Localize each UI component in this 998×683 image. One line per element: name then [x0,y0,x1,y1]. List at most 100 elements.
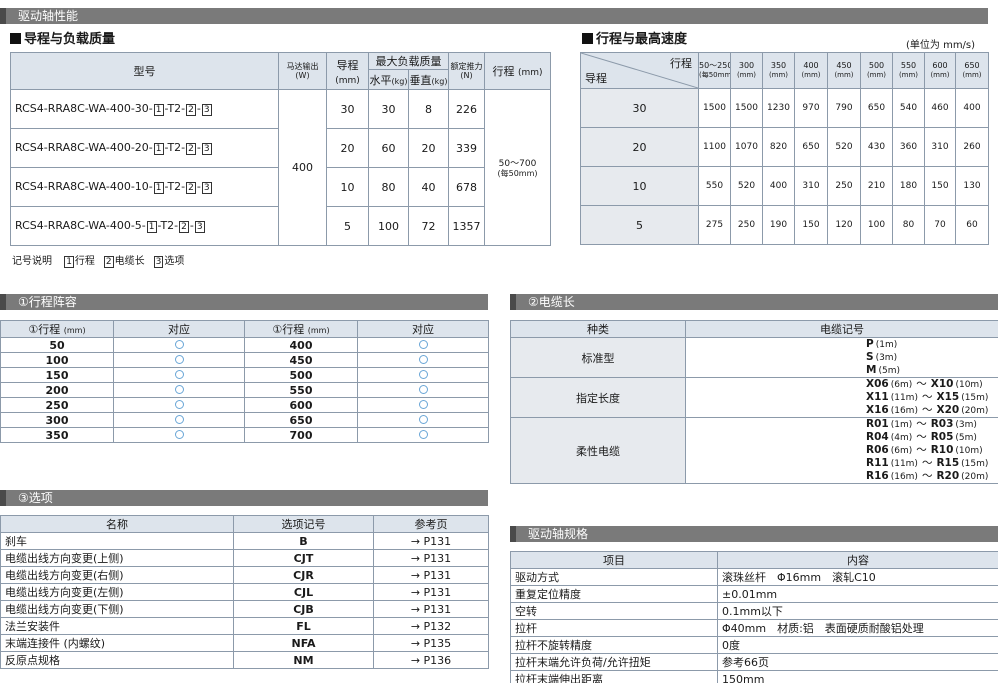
option-page-link[interactable]: → P131 [373,532,489,550]
header-thrust: 额定推力 (N) [448,52,485,90]
speed-value: 250 [730,205,763,245]
speed-value: 430 [860,127,893,167]
cable-code: X11 (11m) ～ X15 (15m) [685,391,998,404]
spec-row: 拉杆 Φ40mm 材质:铝 表面硬质耐酸铝处理 [510,619,998,637]
circle-icon [418,354,428,364]
code-box-3: 3 [201,104,212,116]
vertical-load-value: 20 [408,128,449,168]
speed-value: 190 [762,205,795,245]
option-page-link[interactable]: → P131 [373,549,489,567]
circle-icon [418,429,428,439]
circle-icon [174,429,184,439]
legend-item: 1 行程 [64,256,95,268]
stroke-value: 100 [0,352,114,368]
vertical-load-value: 72 [408,206,449,246]
stroke-column-header: 300 (mm) [730,52,763,89]
horizontal-load-value: 30 [368,89,409,129]
cable-row: 指定长度 X06 (6m) ～ X10 (10m) [510,377,998,418]
model-number: RCS4-RRA8C-WA-400-30- 1 -T2- 2-3 [10,89,279,129]
option-name: 电缆出线方向变更(上侧) [0,549,234,567]
spec-item: 拉杆不旋转精度 [510,636,718,654]
cable-code: P (1m) [685,337,998,351]
stroke-value: 350 [0,427,114,443]
spec-item: 拉杆 [510,619,718,637]
support-cell [357,382,489,398]
circle-icon [174,354,184,364]
header-option-name: 名称 [0,515,234,533]
lead-row: RCS4-RRA8C-WA-400-30- 1 -T2- 2-3 400 30 30 8 226… [10,89,551,246]
option-name: 末端连接件 (内螺纹) [0,634,234,652]
option-page-link[interactable]: → P131 [373,583,489,601]
spec-row: 重复定位精度 ±0.01mm [510,585,998,603]
stroke-row: 350 700 [0,427,489,443]
header-stroke: 行程 (mm) [484,52,551,90]
stroke-column-header: 500 (mm) [860,52,893,89]
speed-unit-note: (单位为 mm/s) [906,40,976,51]
header-cable-type: 种类 [510,320,686,338]
speed-value: 550 [698,166,731,206]
speed-value: 540 [892,88,925,128]
header-vertical: 垂直(kg) [408,69,449,90]
legend-code-box: 1 [64,256,74,268]
option-code: CJB [233,600,374,618]
header-horizontal: 水平(kg) [368,69,409,90]
speed-value: 790 [827,88,861,128]
stroke-column-header: 350 (mm) [762,52,795,89]
option-row: 反原点规格 NM → P136 [0,651,489,669]
stroke-column-header: 400 (mm) [794,52,828,89]
horizontal-load-value: 80 [368,167,409,207]
speed-row: 30150015001230970790650540460400350 [580,88,989,128]
speed-value: 275 [698,205,731,245]
header-spec-content: 内容 [717,551,998,569]
header-option-page: 参考页 [373,515,489,533]
option-row: 法兰安装件 FL → P132 [0,617,489,635]
lead-load-table: 型号 马达输出 (W) 导程 (mm) 最大负载质量 额定推力 (N) 行程 (mm)… [10,52,551,246]
code-box-2: 2 [186,104,196,116]
header-option-code: 选项记号 [233,515,374,533]
stroke-row: 300 650 [0,412,489,428]
header-stroke-left: ①行程 (mm) [0,320,114,338]
spec-content: ±0.01mm [717,585,998,603]
option-page-link[interactable]: → P131 [373,566,489,584]
support-cell [357,427,489,443]
cable-code: R01 (1m) ～ R03 (3m) [685,417,998,431]
thrust-value: 1357 [448,206,485,246]
section-banner-performance: 驱动轴性能 [0,8,988,24]
code-box-3: 3 [201,182,212,194]
vertical-load-value: 40 [408,167,449,207]
speed-value: 1100 [698,127,731,167]
speed-value: 1500 [698,88,731,128]
support-cell [113,367,245,383]
vertical-load-value: 8 [408,89,449,129]
support-cell [113,397,245,413]
option-name: 电缆出线方向变更(右侧) [0,566,234,584]
option-page-link[interactable]: → P132 [373,617,489,635]
spec-item: 拉杆末端伸出距离 [510,670,718,683]
speed-value: 520 [730,166,763,206]
cable-code: R06 (6m) ～ R10 (10m) [685,444,998,457]
speed-lead-value: 20 [580,127,699,167]
circle-icon [174,384,184,394]
circle-icon [418,339,428,349]
speed-value: 650 [860,88,893,128]
speed-value: 1070 [730,127,763,167]
model-number: RCS4-RRA8C-WA-400-20- 1 -T2- 2-3 [10,128,279,168]
option-row: 刹车 B → P131 [0,532,489,550]
spec-table: 项目 内容 驱动方式 滚珠丝杆 Φ16mm 滚轧C10 重复定位精度 ±0.01mm 空… [510,551,998,683]
legend-code-box: 3 [153,256,164,268]
support-cell [357,412,489,428]
section-banner-cable: ②电缆长 [510,294,998,310]
spec-content: 参考66页 [717,653,998,671]
option-page-link[interactable]: → P131 [373,600,489,618]
speed-value: 210 [860,166,893,206]
lead-load-heading: 导程与负载质量 [10,32,115,48]
spec-content: 0度 [717,636,998,654]
speed-corner-header: 行程 导程 [580,52,699,89]
option-page-link[interactable]: → P136 [373,651,489,669]
option-page-link[interactable]: → P135 [373,634,489,652]
option-name: 反原点规格 [0,651,234,669]
spec-content: Φ40mm 材质:铝 表面硬质耐酸铝处理 [717,619,998,637]
cable-type: 标准型 [510,337,686,378]
circle-icon [174,369,184,379]
cable-code: R04 (4m) ～ R05 (5m) [685,431,998,444]
